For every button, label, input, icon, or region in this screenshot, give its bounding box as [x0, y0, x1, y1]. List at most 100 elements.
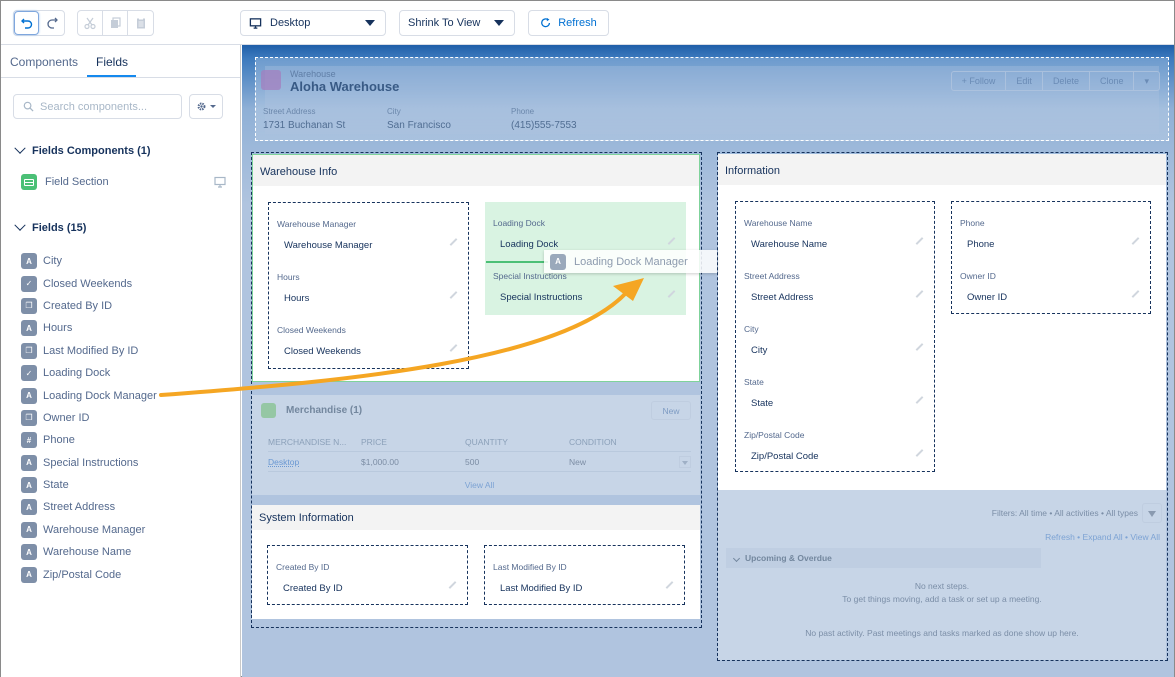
field-item[interactable]: A Hours	[21, 317, 231, 339]
field-label: Loading Dock Manager	[43, 389, 157, 402]
table-header: MERCHANDISE N... PRICE QUANTITY CONDITIO…	[268, 432, 691, 452]
text-field-icon: A	[21, 521, 37, 538]
highlight-field: City San Francisco	[387, 107, 451, 131]
highlight-fields: Street Address 1731 Buchanan St City San F…	[263, 107, 635, 131]
field-item[interactable]: A Warehouse Name	[21, 541, 231, 563]
field-list: A City ✓ Closed Weekends ❐ Created By ID A Hour…	[21, 250, 231, 586]
upcoming-overdue-header[interactable]: Upcoming & Overdue	[726, 548, 1041, 568]
view-all-link[interactable]: View All	[268, 480, 691, 490]
field-item[interactable]: A State	[21, 474, 231, 496]
highlight-field: Street Address 1731 Buchanan St	[263, 107, 346, 131]
copy-button[interactable]	[103, 11, 128, 35]
follow-button[interactable]: + Follow	[952, 72, 1007, 90]
fields-header[interactable]: Fields (15)	[14, 219, 86, 234]
redo-icon	[46, 17, 58, 29]
more-actions-button[interactable]: ▾	[1134, 72, 1159, 90]
text-field-icon: A	[21, 544, 37, 561]
field-section-left[interactable]: Warehouse Name Warehouse Name Street Addr…	[735, 201, 935, 472]
redo-button[interactable]	[39, 11, 64, 35]
record-actions: + Follow Edit Delete Clone ▾	[950, 71, 1160, 91]
field-last-modified-by[interactable]: Last Modified By ID Last Modified By ID	[493, 562, 676, 594]
field-warehouse-name[interactable]: Warehouse Name Warehouse Name	[744, 218, 926, 250]
lookup-field-icon: ❐	[21, 297, 37, 314]
undo-button[interactable]	[14, 11, 39, 35]
table-row: Desktop $1,000.00 500 New	[268, 452, 691, 472]
field-warehouse-manager[interactable]: Warehouse Manager Warehouse Manager	[277, 219, 460, 251]
text-field-icon: A	[550, 253, 566, 270]
field-item[interactable]: ✓ Closed Weekends	[21, 272, 231, 294]
column-header[interactable]: PRICE	[361, 437, 465, 447]
tab-fields[interactable]: Fields	[96, 55, 128, 69]
gear-icon	[197, 102, 206, 111]
edit-button[interactable]: Edit	[1006, 72, 1043, 90]
search-box	[13, 94, 182, 119]
field-city[interactable]: City City	[744, 324, 926, 356]
field-hours[interactable]: Hours Hours	[277, 272, 460, 304]
chevron-down-icon	[210, 105, 216, 108]
activity-links[interactable]: Refresh • Expand All • View All	[1045, 532, 1160, 542]
field-phone[interactable]: Phone Phone	[960, 218, 1142, 250]
field-closed-weekends[interactable]: Closed Weekends Closed Weekends	[277, 325, 460, 357]
field-section-left[interactable]: Created By ID Created By ID	[267, 545, 468, 605]
field-state[interactable]: State State	[744, 377, 926, 409]
field-section-left[interactable]: Warehouse Manager Warehouse Manager Hours…	[268, 202, 469, 369]
device-select[interactable]: Desktop	[240, 10, 386, 36]
field-item[interactable]: # Phone	[21, 429, 231, 451]
page-canvas: Warehouse Aloha Warehouse Street Address…	[242, 45, 1174, 677]
field-street-address[interactable]: Street Address Street Address	[744, 271, 926, 303]
field-created-by[interactable]: Created By ID Created By ID	[276, 562, 459, 594]
delete-button[interactable]: Delete	[1043, 72, 1090, 90]
merchandise-related-list: Merchandise (1) New MERCHANDISE N... PRI…	[252, 395, 700, 495]
component-field-section[interactable]: Field Section	[21, 173, 226, 191]
record-link[interactable]: Desktop	[268, 457, 361, 467]
lookup-field-icon: ❐	[21, 342, 37, 359]
active-tab-indicator	[87, 75, 136, 77]
desktop-icon	[249, 17, 262, 29]
paste-button[interactable]	[128, 11, 153, 35]
field-section-right[interactable]: Last Modified By ID Last Modified By ID	[484, 545, 685, 605]
row-actions-dropdown[interactable]	[679, 455, 691, 468]
filter-button[interactable]	[1142, 503, 1162, 523]
merchandise-icon	[261, 403, 276, 418]
field-owner-id[interactable]: Owner ID Owner ID	[960, 271, 1142, 303]
text-field-icon: A	[21, 454, 37, 471]
field-item[interactable]: ❐ Owner ID	[21, 407, 231, 429]
information-section[interactable]: Information Warehouse Name Warehouse Name…	[718, 154, 1166, 490]
field-item[interactable]: ❐ Last Modified By ID	[21, 340, 231, 362]
toolbar: Desktop Shrink To View Refresh	[1, 1, 1174, 45]
upcoming-title: Upcoming & Overdue	[745, 553, 832, 563]
field-item[interactable]: ✓ Loading Dock	[21, 362, 231, 384]
settings-menu-button[interactable]	[189, 94, 223, 119]
desktop-icon	[214, 176, 226, 188]
refresh-button[interactable]: Refresh	[528, 10, 609, 36]
drag-ghost[interactable]: A Loading Dock Manager	[544, 250, 717, 273]
system-info-section[interactable]: System Information Created By ID Created …	[252, 505, 700, 619]
field-item[interactable]: A Zip/Postal Code	[21, 563, 231, 585]
search-input[interactable]	[40, 100, 170, 113]
clone-button[interactable]: Clone	[1090, 72, 1135, 90]
field-item[interactable]: A Warehouse Manager	[21, 519, 231, 541]
drag-ghost-label: Loading Dock Manager	[574, 255, 688, 268]
field-label: Warehouse Name	[43, 546, 132, 559]
cut-button[interactable]	[78, 11, 103, 35]
field-zip[interactable]: Zip/Postal Code Zip/Postal Code	[744, 430, 926, 462]
fields-components-header[interactable]: Fields Components (1)	[14, 142, 151, 157]
column-header[interactable]: QUANTITY	[465, 437, 569, 447]
field-item[interactable]: A City	[21, 250, 231, 272]
field-label: Phone	[43, 434, 75, 447]
field-item[interactable]: ❐ Created By ID	[21, 295, 231, 317]
left-panel: Components Fields Fields Components (1) …	[1, 45, 241, 677]
field-item[interactable]: A Loading Dock Manager	[21, 384, 231, 406]
field-section-right[interactable]: Phone Phone Owner ID Owner ID	[951, 201, 1151, 314]
field-special-instructions[interactable]: Special Instructions Special Instructions	[493, 271, 678, 303]
zoom-select[interactable]: Shrink To View	[399, 10, 515, 36]
field-item[interactable]: A Special Instructions	[21, 452, 231, 474]
paste-icon	[136, 17, 145, 29]
column-header[interactable]: MERCHANDISE N...	[268, 437, 361, 447]
field-item[interactable]: A Street Address	[21, 496, 231, 518]
column-header[interactable]: CONDITION	[569, 437, 669, 447]
section-title: Warehouse Info	[253, 155, 699, 186]
field-loading-dock[interactable]: Loading Dock Loading Dock	[493, 218, 678, 250]
tab-components[interactable]: Components	[10, 55, 78, 69]
new-button[interactable]: New	[651, 401, 691, 420]
